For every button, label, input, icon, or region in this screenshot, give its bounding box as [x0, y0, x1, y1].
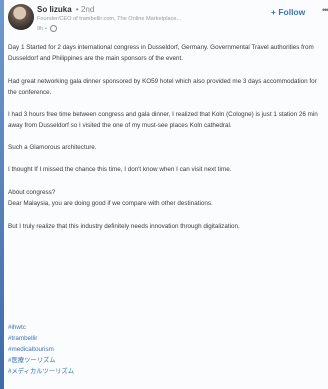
follow-button[interactable]: + Follow [271, 7, 305, 17]
hashtag-link[interactable]: #ihwtc [8, 322, 74, 333]
author-headline: Founder/CEO of trambellir.com, The Onlin… [37, 16, 182, 22]
avatar[interactable] [8, 4, 34, 30]
post-time: 9h • [37, 25, 47, 32]
hashtag-link[interactable]: #trambellir [8, 333, 74, 344]
post-paragraph: But I truly realize that this industry d… [8, 223, 240, 230]
more-options-icon[interactable]: ••• [322, 5, 328, 15]
post-meta: 9h • [37, 25, 58, 32]
post-paragraph: Day 1 Started for 2 days international c… [8, 44, 314, 62]
hashtag-link[interactable]: #medicaltourism [8, 344, 74, 355]
globe-icon [50, 25, 58, 32]
post-paragraph: Such a Glamorous architecture. [8, 144, 97, 151]
hashtag-link[interactable]: #メディカルツーリズム [8, 366, 74, 377]
post-paragraph: I had 3 hours free time between congress… [8, 111, 318, 129]
post-body: Day 1 Started for 2 days international c… [8, 42, 326, 232]
author-name-text[interactable]: So Iizuka [37, 5, 72, 14]
post-paragraph: About congress? Dear Malaysia, you are d… [8, 189, 213, 207]
post-header: So Iizuka • 2nd Founder/CEO of trambelli… [4, 0, 328, 40]
hashtag-link[interactable]: #医療ツーリズム [8, 355, 74, 366]
post-paragraph: I thought If I missed the chance this ti… [8, 166, 232, 173]
connection-degree: • 2nd [75, 5, 95, 14]
author-name[interactable]: So Iizuka • 2nd [37, 5, 94, 14]
hashtag-list: #ihwtc #trambellir #medicaltourism #医療ツー… [8, 322, 74, 377]
post-paragraph: Had great networking gala dinner sponsor… [8, 78, 317, 96]
post-card: So Iizuka • 2nd Founder/CEO of trambelli… [4, 0, 328, 389]
